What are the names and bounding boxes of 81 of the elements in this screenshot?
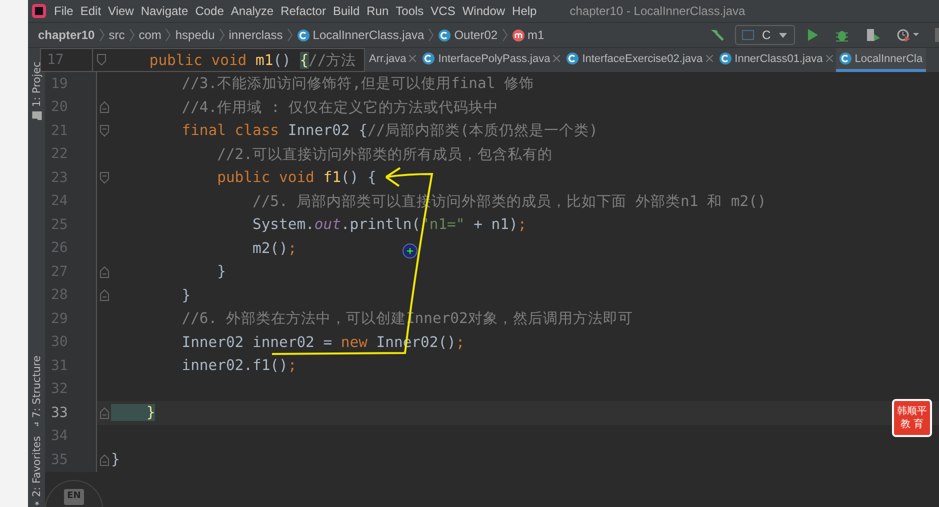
close-icon[interactable]: [553, 55, 560, 62]
close-icon[interactable]: [826, 55, 833, 62]
close-icon[interactable]: [706, 55, 713, 62]
class-icon: [422, 52, 436, 65]
menu-item[interactable]: Navigate: [140, 4, 188, 18]
class-icon: [296, 28, 310, 42]
menu-item[interactable]: Edit: [80, 4, 102, 18]
menu-item[interactable]: Code: [195, 4, 224, 18]
app-logo-icon: [32, 4, 46, 18]
code-line: }: [111, 451, 120, 468]
menu-item[interactable]: Help: [512, 4, 537, 18]
menu-item[interactable]: Tools: [396, 4, 424, 18]
tool-window-button[interactable]: 2: Favorites: [28, 436, 45, 506]
code-line: //2.可以直接访问外部类的所有成员，包含私有的: [216, 144, 552, 164]
chevron-icon: [218, 28, 225, 42]
menu-item[interactable]: VCS: [430, 4, 456, 18]
breadcrumb-item[interactable]: innerclass: [228, 28, 283, 42]
fold-icon[interactable]: [100, 289, 108, 302]
breadcrumb-item[interactable]: hspedu: [175, 28, 215, 42]
run-icon[interactable]: [805, 28, 819, 42]
language-badge[interactable]: EN: [45, 480, 103, 507]
chevron-icon: [428, 28, 434, 42]
code-line: //3.不能添加访问修饰符,但是可以使用final 修饰: [180, 74, 534, 94]
class-icon: [566, 52, 580, 65]
menu-item[interactable]: Refactor: [280, 4, 326, 18]
profiler-icon[interactable]: [897, 28, 919, 42]
folder-icon: [32, 111, 42, 120]
breadcrumb-item[interactable]: Outer02: [438, 28, 498, 42]
fold-icon[interactable]: [100, 172, 108, 184]
chevron-icon: [286, 28, 293, 42]
editor-tab[interactable]: InnerClass01.java: [716, 48, 836, 72]
close-icon[interactable]: [409, 55, 416, 62]
code-line: }: [216, 263, 226, 280]
caret-icon: [778, 32, 787, 38]
code-line: public void m1() {//方法: [148, 50, 356, 70]
structure-icon: [32, 422, 41, 426]
method-icon: [512, 28, 525, 42]
code-line: m2();: [251, 240, 297, 257]
breadcrumb-item[interactable]: m1: [512, 28, 544, 42]
class-icon: [438, 28, 452, 42]
menu-item[interactable]: Analyze: [230, 4, 274, 18]
line-number: 17: [41, 49, 93, 71]
code-line: }: [180, 286, 191, 304]
window-icon: [742, 30, 754, 40]
code-line: inner02.f1();: [180, 357, 297, 374]
menu-item[interactable]: View: [108, 4, 134, 18]
run-config-dropdown[interactable]: C: [735, 25, 795, 45]
menu-item[interactable]: Build: [332, 4, 360, 18]
editor-tab[interactable]: InterfacePolyPass.java: [419, 48, 564, 72]
chevron-icon: [128, 28, 135, 42]
editor-tab[interactable]: LocalInnerCla: [836, 48, 926, 72]
breadcrumb-item[interactable]: chapter10: [38, 28, 95, 42]
chevron-icon: [98, 28, 105, 42]
class-icon: [718, 52, 732, 65]
fold-icon[interactable]: [100, 454, 108, 466]
mouse-cursor-icon: [402, 243, 418, 259]
fold-icon[interactable]: [100, 101, 108, 114]
editor-tab[interactable]: Arr.java: [366, 48, 420, 72]
chevron-icon: [165, 28, 172, 42]
tool-window-button[interactable]: 7: Structure: [28, 356, 45, 426]
chevron-icon: [502, 28, 508, 42]
coverage-icon[interactable]: [865, 28, 881, 42]
code-line: final class Inner02 {//局部内部类(本质仍然是一个类): [180, 121, 598, 140]
fold-icon[interactable]: [100, 406, 108, 419]
class-icon: [838, 52, 852, 65]
breadcrumb-item[interactable]: src: [108, 28, 125, 42]
logo-badge: 韩顺平 教 育: [892, 399, 932, 437]
code-line: public void f1() {: [216, 169, 376, 186]
breadcrumb-item[interactable]: com: [138, 28, 162, 42]
fold-icon[interactable]: [100, 266, 108, 278]
debug-icon[interactable]: [835, 28, 849, 42]
menu-item[interactable]: Run: [366, 4, 389, 18]
code-line: //4.作用域 : 仅仅在定义它的方法或代码块中: [180, 98, 499, 117]
breadcrumb-item[interactable]: LocalInnerClass.java: [296, 28, 424, 42]
window-title: chapter10 - LocalInnerClass.java: [570, 4, 746, 18]
fold-icon[interactable]: [97, 54, 106, 66]
menu-item[interactable]: File: [54, 4, 74, 18]
menu-item[interactable]: Window: [462, 4, 506, 18]
editor-tab[interactable]: InterfaceExercise02.java: [563, 48, 716, 72]
fold-icon[interactable]: [100, 124, 108, 137]
hammer-icon[interactable]: [709, 27, 725, 43]
